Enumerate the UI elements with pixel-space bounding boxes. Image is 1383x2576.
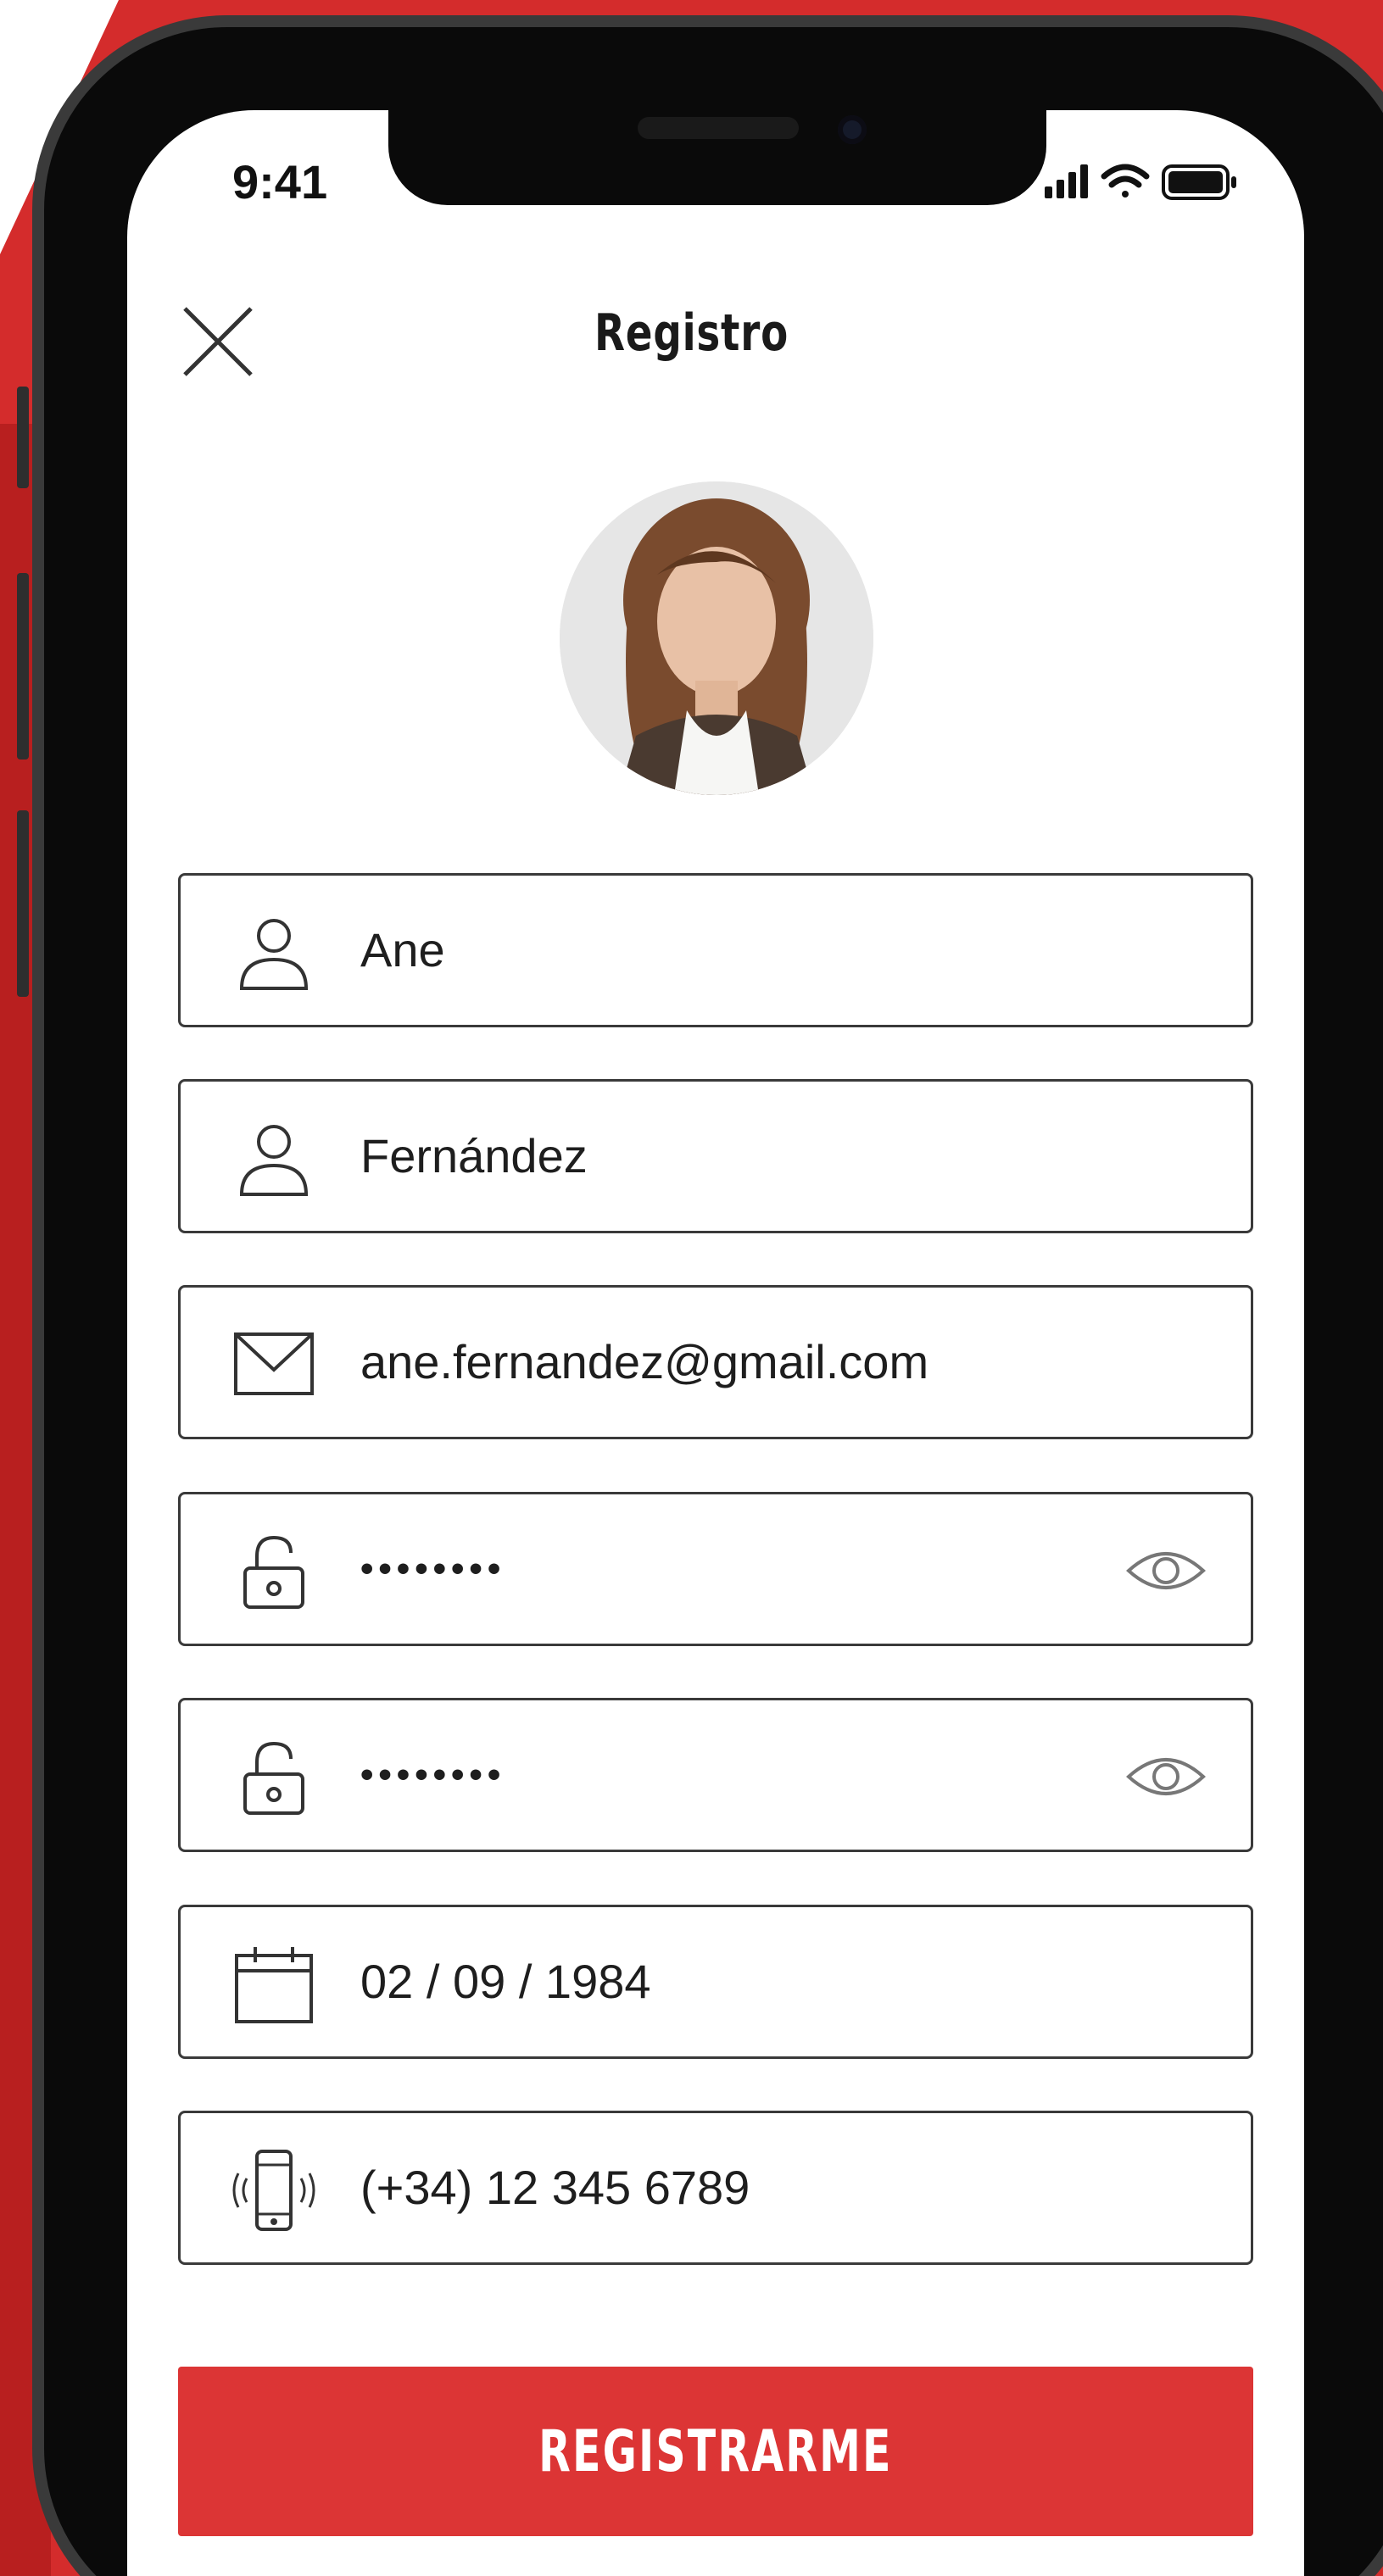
register-button-label: REGISTRARME [538, 2417, 893, 2485]
password-value: •••••••• [360, 1548, 506, 1589]
volume-down-button [17, 810, 29, 997]
first-name-field[interactable]: Ane [178, 873, 1253, 1027]
avatar[interactable] [560, 481, 873, 795]
eye-icon[interactable] [1124, 1743, 1208, 1811]
volume-up-button [17, 573, 29, 759]
email-value: ane.fernandez@gmail.com [360, 1335, 929, 1388]
battery-icon [1162, 164, 1236, 200]
mail-icon [234, 1333, 314, 1395]
status-time: 9:41 [232, 155, 328, 209]
phone-field[interactable]: (+34) 12 345 6789 [178, 2111, 1253, 2265]
eye-icon[interactable] [1124, 1537, 1208, 1605]
lock-icon [243, 1741, 304, 1815]
phone-value: (+34) 12 345 6789 [360, 2161, 750, 2214]
user-icon [239, 1125, 309, 1196]
phone-icon [232, 2150, 315, 2231]
password-confirm-value: •••••••• [360, 1754, 506, 1795]
mute-switch [17, 387, 29, 488]
first-name-value: Ane [360, 923, 445, 976]
password-field[interactable]: •••••••• [178, 1492, 1253, 1646]
calendar-icon [235, 1947, 313, 2023]
last-name-field[interactable]: Fernández [178, 1079, 1253, 1233]
page-title: Registro [594, 303, 789, 363]
birth-date-field[interactable]: 02 / 09 / 1984 [178, 1905, 1253, 2059]
avatar-photo [560, 481, 873, 795]
front-camera [838, 115, 867, 144]
register-button[interactable]: REGISTRARME [178, 2367, 1253, 2536]
wifi-icon [1101, 164, 1150, 198]
birth-date-value: 02 / 09 / 1984 [360, 1955, 651, 2008]
status-icons [1045, 164, 1236, 200]
last-name-value: Fernández [360, 1129, 588, 1182]
password-confirm-field[interactable]: •••••••• [178, 1698, 1253, 1852]
user-icon [239, 919, 309, 990]
signal-icon [1045, 164, 1088, 198]
speaker [638, 117, 799, 139]
email-field[interactable]: ane.fernandez@gmail.com [178, 1285, 1253, 1439]
lock-icon [243, 1535, 304, 1609]
